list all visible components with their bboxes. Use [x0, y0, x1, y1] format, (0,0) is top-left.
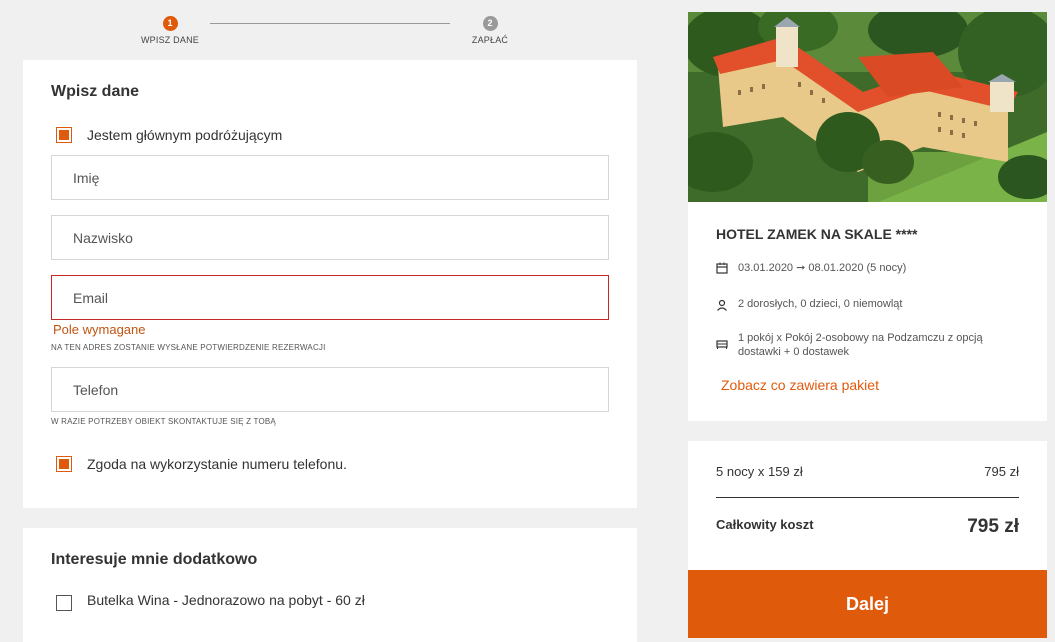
email-hint: NA TEN ADRES ZOSTANIE WYSŁANE POTWIERDZE…	[51, 343, 326, 352]
total-cost-value: 795 zł	[967, 516, 1019, 537]
bed-icon	[716, 340, 728, 349]
main-traveler-label: Jestem głównym podróżującym	[87, 127, 283, 143]
step-enter-data: 1 WPISZ DANE	[125, 16, 215, 45]
price-summary-card: 5 nocy x 159 zł 795 zł Całkowity koszt 7…	[688, 441, 1047, 570]
first-name-input[interactable]	[51, 155, 609, 200]
step-label: WPISZ DANE	[140, 35, 199, 45]
step-label: ZAPŁAĆ	[471, 35, 509, 45]
phone-input[interactable]	[51, 367, 609, 412]
email-input[interactable]	[51, 275, 609, 320]
nights-price-value: 795 zł	[984, 464, 1019, 479]
hotel-summary-card: HOTEL ZAMEK NA SKALE **** 03.01.2020 ➞ 0…	[688, 12, 1047, 421]
total-cost-label: Całkowity koszt	[716, 517, 814, 532]
price-divider	[716, 497, 1019, 498]
extras-card: Interesuje mnie dodatkowo Butelka Wina -…	[23, 528, 637, 642]
last-name-input[interactable]	[51, 215, 609, 260]
nights-price-label: 5 nocy x 159 zł	[716, 464, 803, 479]
progress-stepper: 1 WPISZ DANE 2 ZAPŁAĆ	[130, 16, 530, 50]
stepper-line	[210, 23, 450, 24]
extras-title: Interesuje mnie dodatkowo	[51, 551, 258, 568]
email-error-message: Pole wymagane	[53, 322, 146, 337]
step-number: 2	[482, 16, 498, 31]
phone-hint: W RAZIE POTRZEBY OBIEKT SKONTAKTUJE SIĘ …	[51, 417, 276, 426]
hotel-name: HOTEL ZAMEK NA SKALE ****	[716, 226, 918, 242]
step-number: 1	[162, 16, 178, 31]
main-traveler-checkbox[interactable]	[56, 127, 72, 143]
next-button[interactable]: Dalej	[688, 570, 1047, 638]
phone-consent-checkbox[interactable]	[56, 456, 72, 472]
step-pay: 2 ZAPŁAĆ	[445, 16, 535, 45]
stay-dates: 03.01.2020 ➞ 08.01.2020 (5 nocy)	[738, 262, 907, 274]
nights-price-row: 5 nocy x 159 zł 795 zł	[716, 464, 1019, 479]
phone-consent-label: Zgoda na wykorzystanie numeru telefonu.	[87, 456, 347, 472]
person-icon	[717, 299, 727, 311]
form-title: Wpisz dane	[51, 83, 140, 100]
package-details-link[interactable]: Zobacz co zawiera pakiet	[721, 377, 879, 393]
wine-bottle-label: Butelka Wina - Jednorazowo na pobyt - 60…	[87, 592, 365, 608]
hotel-photo	[688, 12, 1047, 202]
calendar-icon	[716, 262, 728, 274]
wine-bottle-checkbox[interactable]	[56, 595, 72, 611]
room-summary: 1 pokój x Pokój 2-osobowy na Podzamczu z…	[738, 332, 983, 358]
guests-summary: 2 dorosłych, 0 dzieci, 0 niemowląt	[738, 298, 903, 310]
castle-illustration	[688, 12, 1047, 202]
guest-details-card: Wpisz dane Jestem głównym podróżującym P…	[23, 60, 637, 508]
